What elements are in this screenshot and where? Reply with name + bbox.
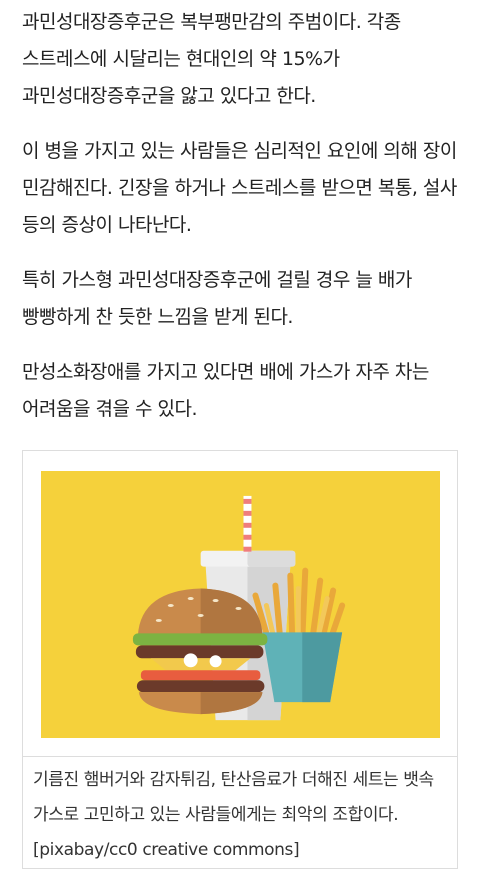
hamburger-fries-soda-illustration[interactable]	[40, 471, 440, 738]
paragraph: 특히 가스형 과민성대장증후군에 걸릴 경우 늘 배가 빵빵하게 찬 듯한 느낌…	[22, 269, 412, 328]
figure-caption: 기름진 햄버거와 감자튀김, 탄산음료가 더해진 세트는 뱃속 가스로 고민하고…	[23, 756, 457, 868]
article-body: 과민성대장증후군은 복부팽만감의 주범이다. 각종 스트레스에 시달리는 현대인…	[0, 4, 480, 869]
article-figure: 기름진 햄버거와 감자튀김, 탄산음료가 더해진 세트는 뱃속 가스로 고민하고…	[22, 450, 458, 869]
paragraph: 과민성대장증후군은 복부팽만감의 주범이다. 각종 스트레스에 시달리는 현대인…	[22, 11, 401, 107]
paragraph: 만성소화장애를 가지고 있다면 배에 가스가 자주 차는 어려움을 겪을 수 있…	[22, 361, 429, 420]
figure-image-frame	[23, 451, 457, 756]
paragraph: 이 병을 가지고 있는 사람들은 심리적인 요인에 의해 장이 민감해진다. 긴…	[22, 140, 457, 236]
